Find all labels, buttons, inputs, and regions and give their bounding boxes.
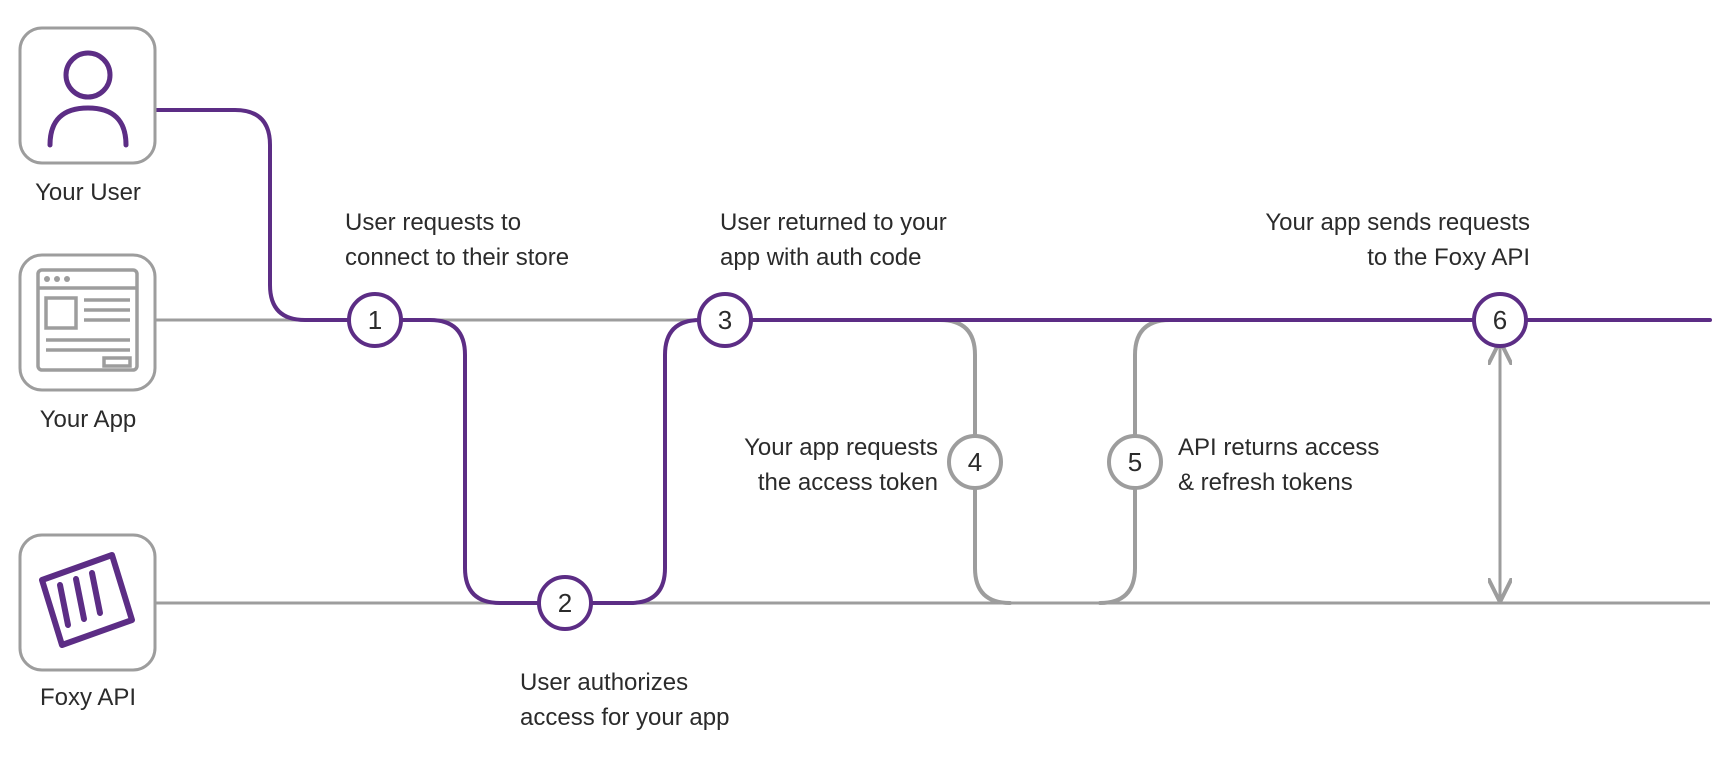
step-4-node: 4: [949, 436, 1001, 488]
actor-your-user: Your User: [20, 28, 155, 206]
step-2-node: 2: [539, 577, 591, 629]
step-5-number: 5: [1128, 447, 1142, 477]
step-5-label-line2: & refresh tokens: [1178, 469, 1353, 496]
step-4-number: 4: [968, 447, 982, 477]
step-3-label-line2: app with auth code: [720, 244, 921, 271]
step-1-label-line1: User requests to: [345, 209, 521, 236]
step-3-number: 3: [718, 305, 732, 335]
step-3-label-line1: User returned to your: [720, 209, 947, 236]
step-5-node: 5: [1109, 436, 1161, 488]
step-2-number: 2: [558, 588, 572, 618]
step-5-label-line1: API returns access: [1178, 434, 1379, 461]
actor-your-app: Your App: [20, 255, 155, 433]
step-2-label-line2: access for your app: [520, 704, 729, 731]
path-step2-to-step3: [591, 320, 700, 603]
step-4-label-line2: the access token: [758, 469, 938, 496]
step-6-number: 6: [1493, 305, 1507, 335]
step-1-number: 1: [368, 305, 382, 335]
actor-foxy-api-label: Foxy API: [40, 684, 136, 711]
actor-your-user-label: Your User: [35, 179, 141, 206]
path-user-to-step1: [155, 110, 349, 320]
step-4-label-line1: Your app requests: [744, 434, 938, 461]
step-1-node: 1: [349, 294, 401, 346]
actor-foxy-api: Foxy API: [20, 535, 155, 711]
step-6-node: 6: [1474, 294, 1526, 346]
step-2-label-line1: User authorizes: [520, 669, 688, 696]
step-6-label-line1: Your app sends requests: [1265, 209, 1530, 236]
path-step1-to-step2: [401, 320, 539, 603]
actor-your-app-label: Your App: [40, 406, 137, 433]
oauth-flow-diagram: 1 2 3 4 5 6 User requests to connect to …: [0, 0, 1721, 781]
step-6-label-line2: to the Foxy API: [1367, 244, 1530, 271]
step-3-node: 3: [699, 294, 751, 346]
step-1-label-line2: connect to their store: [345, 244, 569, 271]
